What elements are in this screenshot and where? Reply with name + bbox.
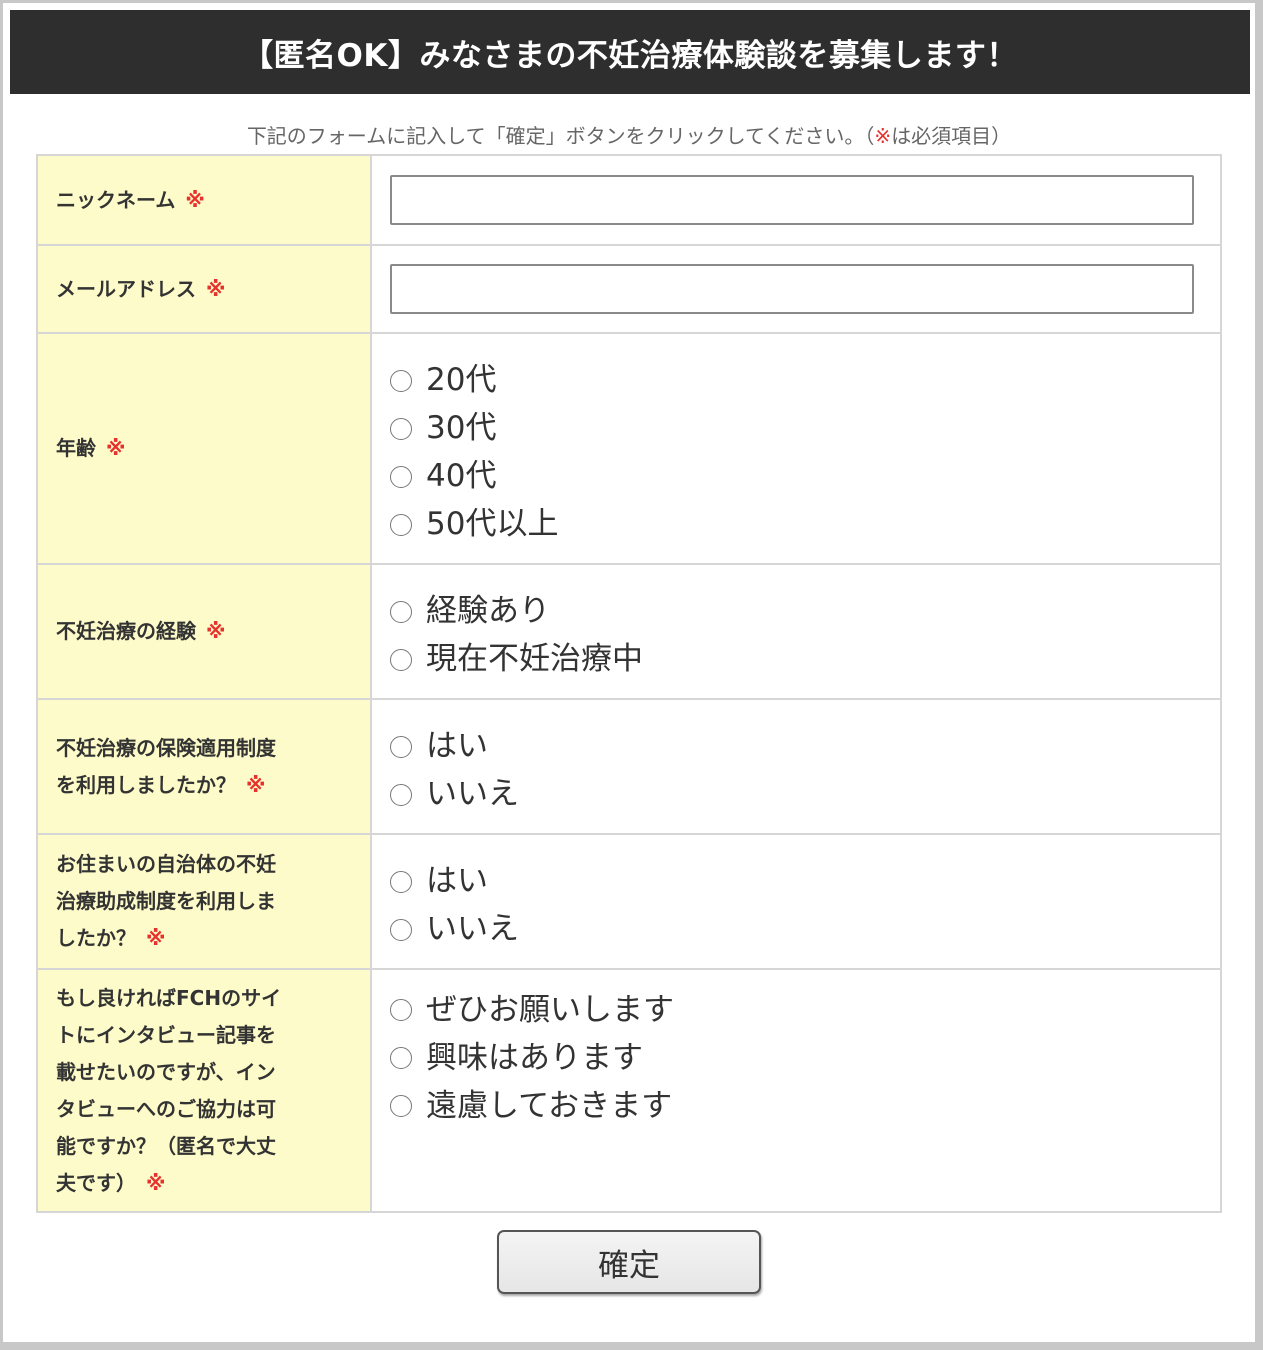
field-label-interview: もし良ければFCHのサイ トにインタビュー記事を 載せたいのですが、イン タビュ… xyxy=(36,968,372,1213)
radio-label: 現在不妊治療中 xyxy=(426,641,643,677)
field-cell-email xyxy=(370,244,1222,334)
subsidy-option-yes[interactable]: はい xyxy=(390,854,1194,902)
subsidy-radio-group: はい いいえ xyxy=(390,854,1194,950)
radio-button[interactable] xyxy=(390,465,412,488)
field-label-text: トにインタビュー記事を xyxy=(56,1022,276,1047)
interview-option-interested[interactable]: 興味はあります xyxy=(390,1030,1194,1078)
radio-label: いいえ xyxy=(426,911,519,947)
required-mark: ※ xyxy=(146,926,166,950)
nickname-input[interactable] xyxy=(390,175,1194,225)
field-label-age: 年齢 ※ xyxy=(36,332,372,565)
radio-label: 経験あり xyxy=(426,593,550,629)
instruction-text: 下記のフォームに記入して「確定」ボタンをクリックしてください。（ xyxy=(246,124,875,148)
page-title-text: 【匿名OK】みなさまの不妊治療体験談を募集します！ xyxy=(242,37,1018,74)
insurance-option-yes[interactable]: はい xyxy=(390,719,1194,767)
form-row-email: メールアドレス ※ xyxy=(36,244,1222,334)
survey-form-table: ニックネーム ※ メールアドレス ※ 年齢 ※ 20代 30代 40代 50代以上 xyxy=(36,154,1222,1213)
radio-label: 20代 xyxy=(426,362,497,398)
field-cell-nickname xyxy=(370,154,1222,246)
email-input[interactable] xyxy=(390,264,1194,314)
form-row-nickname: ニックネーム ※ xyxy=(36,154,1222,246)
field-label-text: 能ですか？（匿名で大丈 xyxy=(56,1133,276,1158)
radio-button[interactable] xyxy=(390,513,412,536)
radio-label: 30代 xyxy=(426,410,497,446)
field-label-text: 治療助成制度を利用しま xyxy=(56,889,276,913)
field-cell-experience: 経験あり 現在不妊治療中 xyxy=(370,563,1222,700)
field-cell-interview: ぜひお願いします 興味はあります 遠慮しておきます xyxy=(370,968,1222,1213)
age-option-50s-plus[interactable]: 50代以上 xyxy=(390,497,1194,545)
field-label-text: したか？ xyxy=(56,926,136,950)
instruction-suffix: は必須項目） xyxy=(891,124,1012,148)
required-mark: ※ xyxy=(206,276,226,301)
radio-button[interactable] xyxy=(390,735,412,758)
field-label-text: を利用しましたか？ xyxy=(56,772,236,797)
radio-label: 興味はあります xyxy=(426,1039,643,1076)
required-mark: ※ xyxy=(246,772,266,797)
interview-radio-group: ぜひお願いします 興味はあります 遠慮しておきます xyxy=(390,982,1194,1126)
field-label-email: メールアドレス ※ xyxy=(36,244,372,334)
radio-button[interactable] xyxy=(390,600,412,623)
field-label-insurance: 不妊治療の保険適用制度 を利用しましたか？ ※ xyxy=(36,698,372,835)
age-option-20s[interactable]: 20代 xyxy=(390,353,1194,401)
insurance-option-no[interactable]: いいえ xyxy=(390,767,1194,815)
field-label-text: 不妊治療の経験 xyxy=(56,619,196,643)
form-row-subsidy: お住まいの自治体の不妊 治療助成制度を利用しま したか？ ※ はい いいえ xyxy=(36,833,1222,970)
age-option-40s[interactable]: 40代 xyxy=(390,449,1194,497)
field-cell-age: 20代 30代 40代 50代以上 xyxy=(370,332,1222,565)
submit-button[interactable]: 確定 xyxy=(497,1230,761,1294)
field-label-experience: 不妊治療の経験 ※ xyxy=(36,563,372,700)
radio-button[interactable] xyxy=(390,369,412,392)
field-label-subsidy: お住まいの自治体の不妊 治療助成制度を利用しま したか？ ※ xyxy=(36,833,372,970)
required-mark: ※ xyxy=(874,124,892,148)
radio-button[interactable] xyxy=(390,870,412,893)
radio-label: 遠慮しておきます xyxy=(426,1087,673,1124)
page-title: 【匿名OK】みなさまの不妊治療体験談を募集します！ xyxy=(10,10,1250,94)
radio-button[interactable] xyxy=(390,1095,412,1117)
form-instruction: 下記のフォームに記入して「確定」ボタンをクリックしてください。（※は必須項目） xyxy=(36,120,1222,149)
radio-label: いいえ xyxy=(426,776,519,812)
experience-option-current[interactable]: 現在不妊治療中 xyxy=(390,632,1194,680)
required-mark: ※ xyxy=(206,619,226,643)
age-radio-group: 20代 30代 40代 50代以上 xyxy=(390,353,1194,545)
form-row-interview: もし良ければFCHのサイ トにインタビュー記事を 載せたいのですが、イン タビュ… xyxy=(36,968,1222,1213)
subsidy-option-no[interactable]: いいえ xyxy=(390,902,1194,950)
radio-button[interactable] xyxy=(390,1047,412,1069)
form-row-age: 年齢 ※ 20代 30代 40代 50代以上 xyxy=(36,332,1222,565)
field-label-nickname: ニックネーム ※ xyxy=(36,154,372,246)
radio-button[interactable] xyxy=(390,417,412,440)
field-label-text: タビューへのご協力は可 xyxy=(56,1096,276,1121)
field-label-text: ニックネーム xyxy=(56,187,176,212)
form-row-insurance: 不妊治療の保険適用制度 を利用しましたか？ ※ はい いいえ xyxy=(36,698,1222,835)
field-label-text: お住まいの自治体の不妊 xyxy=(56,852,276,876)
radio-button[interactable] xyxy=(390,783,412,806)
form-row-experience: 不妊治療の経験 ※ 経験あり 現在不妊治療中 xyxy=(36,563,1222,700)
radio-label: はい xyxy=(426,728,488,764)
field-label-text: 載せたいのですが、イン xyxy=(56,1059,276,1084)
field-label-text: 不妊治療の保険適用制度 xyxy=(56,735,276,760)
experience-radio-group: 経験あり 現在不妊治療中 xyxy=(390,584,1194,680)
radio-label: 40代 xyxy=(426,458,497,494)
insurance-radio-group: はい いいえ xyxy=(390,719,1194,815)
radio-button[interactable] xyxy=(390,918,412,941)
age-option-30s[interactable]: 30代 xyxy=(390,401,1194,449)
required-mark: ※ xyxy=(185,187,205,212)
radio-label: ぜひお願いします xyxy=(426,991,674,1028)
field-cell-subsidy: はい いいえ xyxy=(370,833,1222,970)
field-label-text: もし良ければFCHのサイ xyxy=(56,985,282,1010)
field-label-text: メールアドレス xyxy=(56,276,196,301)
radio-button[interactable] xyxy=(390,999,412,1021)
field-cell-insurance: はい いいえ xyxy=(370,698,1222,835)
interview-option-yes[interactable]: ぜひお願いします xyxy=(390,982,1194,1030)
required-mark: ※ xyxy=(106,436,126,460)
radio-label: 50代以上 xyxy=(426,506,559,542)
field-label-text: 夫です） xyxy=(56,1170,136,1195)
experience-option-experienced[interactable]: 経験あり xyxy=(390,584,1194,632)
field-label-text: 年齢 xyxy=(56,436,96,460)
interview-option-decline[interactable]: 遠慮しておきます xyxy=(390,1078,1194,1126)
submit-button-label: 確定 xyxy=(598,1247,660,1284)
required-mark: ※ xyxy=(146,1170,166,1195)
radio-label: はい xyxy=(426,863,488,899)
radio-button[interactable] xyxy=(390,648,412,671)
